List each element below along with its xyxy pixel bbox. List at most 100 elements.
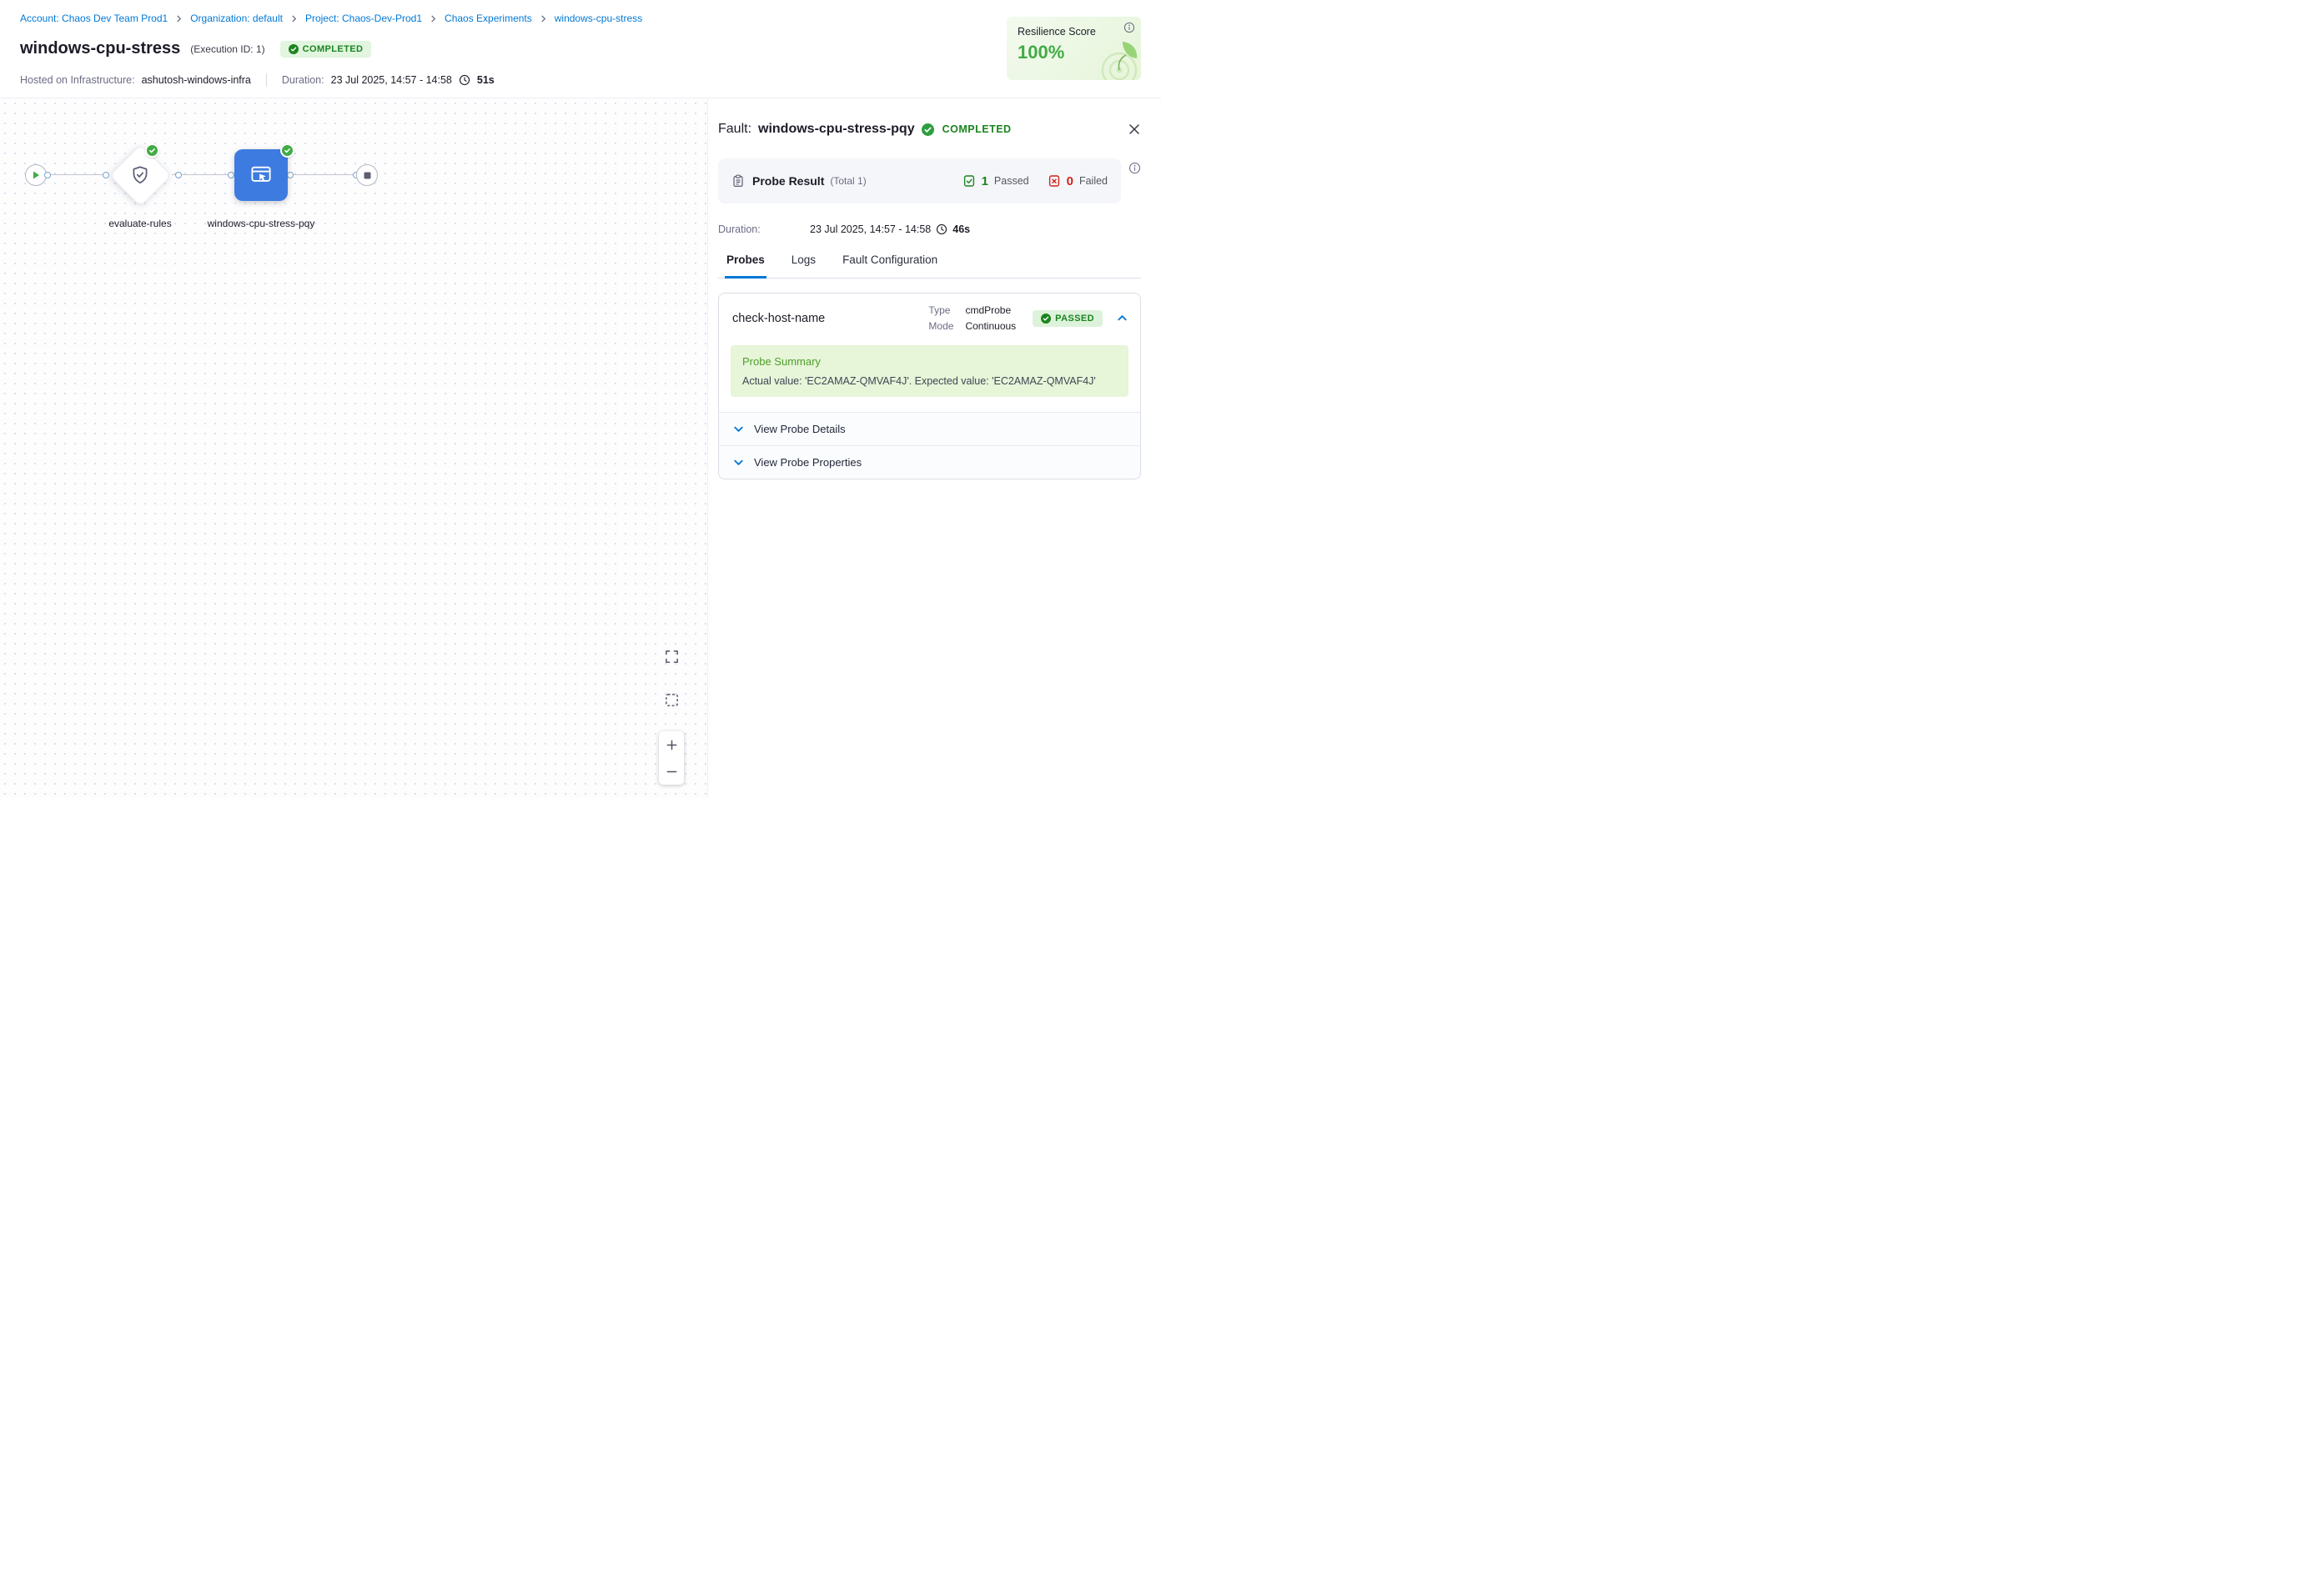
tab-fault-configuration[interactable]: Fault Configuration: [841, 252, 939, 279]
connector-port: [228, 172, 234, 178]
zoom-controls: [659, 731, 684, 785]
stop-icon: [364, 172, 371, 179]
chevron-right-icon: [540, 15, 547, 23]
node-label-evaluate-rules: evaluate-rules: [86, 217, 194, 231]
success-check-badge: [145, 143, 159, 158]
chevron-down-icon: [732, 423, 745, 435]
probe-type-label: Type: [928, 304, 953, 316]
infra-value: ashutosh-windows-infra: [142, 74, 251, 86]
fault-duration-value: 23 Jul 2025, 14:57 - 14:58 46s: [810, 223, 970, 235]
probe-status-badge: PASSED: [1033, 310, 1103, 327]
probe-result-counts: 1 Passed 0 Failed: [962, 174, 1108, 188]
breadcrumb-experiments-link[interactable]: Chaos Experiments: [445, 13, 532, 24]
probe-result-total: (Total 1): [830, 175, 866, 187]
panel-tabs: Probes Logs Fault Configuration: [718, 252, 1141, 279]
check-circle-icon: [922, 123, 934, 136]
tab-probes[interactable]: Probes: [725, 252, 766, 279]
duration-value: 23 Jul 2025, 14:57 - 14:58: [331, 74, 452, 86]
fault-name: windows-cpu-stress-pqy: [758, 122, 915, 137]
probe-mode-label: Mode: [928, 320, 953, 332]
fault-duration-label: Duration:: [718, 223, 810, 235]
chevron-up-icon[interactable]: [1116, 312, 1128, 324]
page-header: Account: Chaos Dev Team Prod1 Organizati…: [0, 0, 1161, 98]
resilience-score-label: Resilience Score: [1018, 26, 1130, 38]
chevron-down-icon: [732, 456, 745, 469]
probe-mode-value: Continuous: [965, 320, 1016, 332]
node-label-windows-cpu-stress: windows-cpu-stress-pqy: [207, 217, 315, 231]
breadcrumb: Account: Chaos Dev Team Prod1 Organizati…: [20, 13, 642, 24]
probe-summary-box: Probe Summary Actual value: 'EC2AMAZ-QMV…: [731, 345, 1128, 397]
info-icon[interactable]: [1128, 162, 1141, 174]
passed-count: 1: [982, 174, 988, 188]
view-probe-properties-row[interactable]: View Probe Properties: [719, 445, 1140, 479]
shield-check-icon: [108, 143, 172, 207]
pipeline-edge: [47, 174, 108, 175]
connector-port: [175, 172, 182, 178]
chevron-right-icon: [290, 15, 298, 23]
probe-type-value: cmdProbe: [965, 304, 1016, 316]
duration-elapsed: 51s: [477, 74, 495, 86]
probe-meta: Type cmdProbe Mode Continuous: [928, 304, 1016, 332]
fault-details-panel: Fault: windows-cpu-stress-pqy COMPLETED …: [707, 98, 1161, 798]
pipeline-canvas[interactable]: evaluate-rules windows-cpu-stress-pqy: [0, 98, 707, 798]
status-badge: COMPLETED: [280, 41, 372, 58]
probe-card: check-host-name Type cmdProbe Mode Conti…: [718, 293, 1141, 479]
failed-clipboard-icon: [1048, 174, 1061, 188]
info-icon[interactable]: [1123, 22, 1135, 33]
canvas-controls: [658, 645, 685, 785]
fullscreen-button[interactable]: [660, 645, 683, 668]
probe-result-title: Probe Result: [752, 174, 824, 188]
close-panel-button[interactable]: [1128, 123, 1141, 136]
fault-duration-row: Duration: 23 Jul 2025, 14:57 - 14:58 46s: [718, 223, 1141, 235]
page-title: windows-cpu-stress: [20, 39, 180, 58]
duration-label: Duration:: [282, 74, 324, 86]
probe-summary-text: Actual value: 'EC2AMAZ-QMVAF4J'. Expecte…: [742, 375, 1117, 387]
clock-icon: [936, 223, 947, 235]
execution-meta: Hosted on Infrastructure: ashutosh-windo…: [20, 73, 495, 87]
clock-icon: [459, 74, 470, 86]
fault-label: Fault:: [718, 122, 751, 137]
fault-node-icon: [249, 163, 274, 188]
selection-box-button[interactable]: [660, 688, 683, 711]
chevron-right-icon: [430, 15, 437, 23]
breadcrumb-account-link[interactable]: Account: Chaos Dev Team Prod1: [20, 13, 168, 24]
breadcrumb-project-link[interactable]: Project: Chaos-Dev-Prod1: [305, 13, 422, 24]
zoom-out-button[interactable]: [659, 758, 684, 785]
fault-duration-elapsed: 46s: [952, 223, 970, 235]
probe-result-summary: Probe Result (Total 1) 1 Passed 0 Failed: [718, 158, 1121, 203]
connector-port: [44, 172, 51, 178]
connector-port: [287, 172, 294, 178]
view-probe-details-label: View Probe Details: [754, 423, 846, 435]
breadcrumb-current-link[interactable]: windows-cpu-stress: [555, 13, 642, 24]
probe-summary-title: Probe Summary: [742, 355, 1117, 368]
chevron-right-icon: [175, 15, 183, 23]
failed-count: 0: [1067, 174, 1073, 188]
probe-status-label: PASSED: [1055, 314, 1094, 324]
failed-label: Failed: [1079, 175, 1108, 187]
probe-name: check-host-name: [732, 312, 928, 325]
leaf-target-graphic: [1084, 37, 1139, 80]
status-badge-label: COMPLETED: [303, 44, 364, 54]
pipeline-stop-node[interactable]: [356, 164, 378, 186]
pipeline-edge: [288, 174, 356, 175]
node-evaluate-rules[interactable]: [108, 143, 172, 207]
fault-status: COMPLETED: [942, 123, 1012, 135]
play-icon: [32, 171, 40, 179]
view-probe-details-row[interactable]: View Probe Details: [719, 412, 1140, 445]
check-circle-icon: [289, 44, 299, 54]
check-circle-icon: [1041, 314, 1051, 324]
breadcrumb-org-link[interactable]: Organization: default: [190, 13, 283, 24]
infra-label: Hosted on Infrastructure:: [20, 74, 135, 86]
fault-header: Fault: windows-cpu-stress-pqy COMPLETED: [718, 122, 1141, 137]
tab-logs[interactable]: Logs: [790, 252, 817, 279]
zoom-in-button[interactable]: [659, 731, 684, 758]
title-row: windows-cpu-stress (Execution ID: 1) COM…: [20, 39, 371, 58]
probe-card-header: check-host-name Type cmdProbe Mode Conti…: [719, 294, 1140, 342]
passed-clipboard-icon: [962, 174, 976, 188]
success-check-badge: [280, 143, 294, 158]
resilience-score-card: Resilience Score 100%: [1007, 17, 1141, 80]
view-probe-properties-label: View Probe Properties: [754, 456, 862, 469]
execution-id: (Execution ID: 1): [190, 43, 264, 55]
clipboard-icon: [731, 174, 745, 188]
node-windows-cpu-stress-pqy[interactable]: [234, 149, 288, 201]
